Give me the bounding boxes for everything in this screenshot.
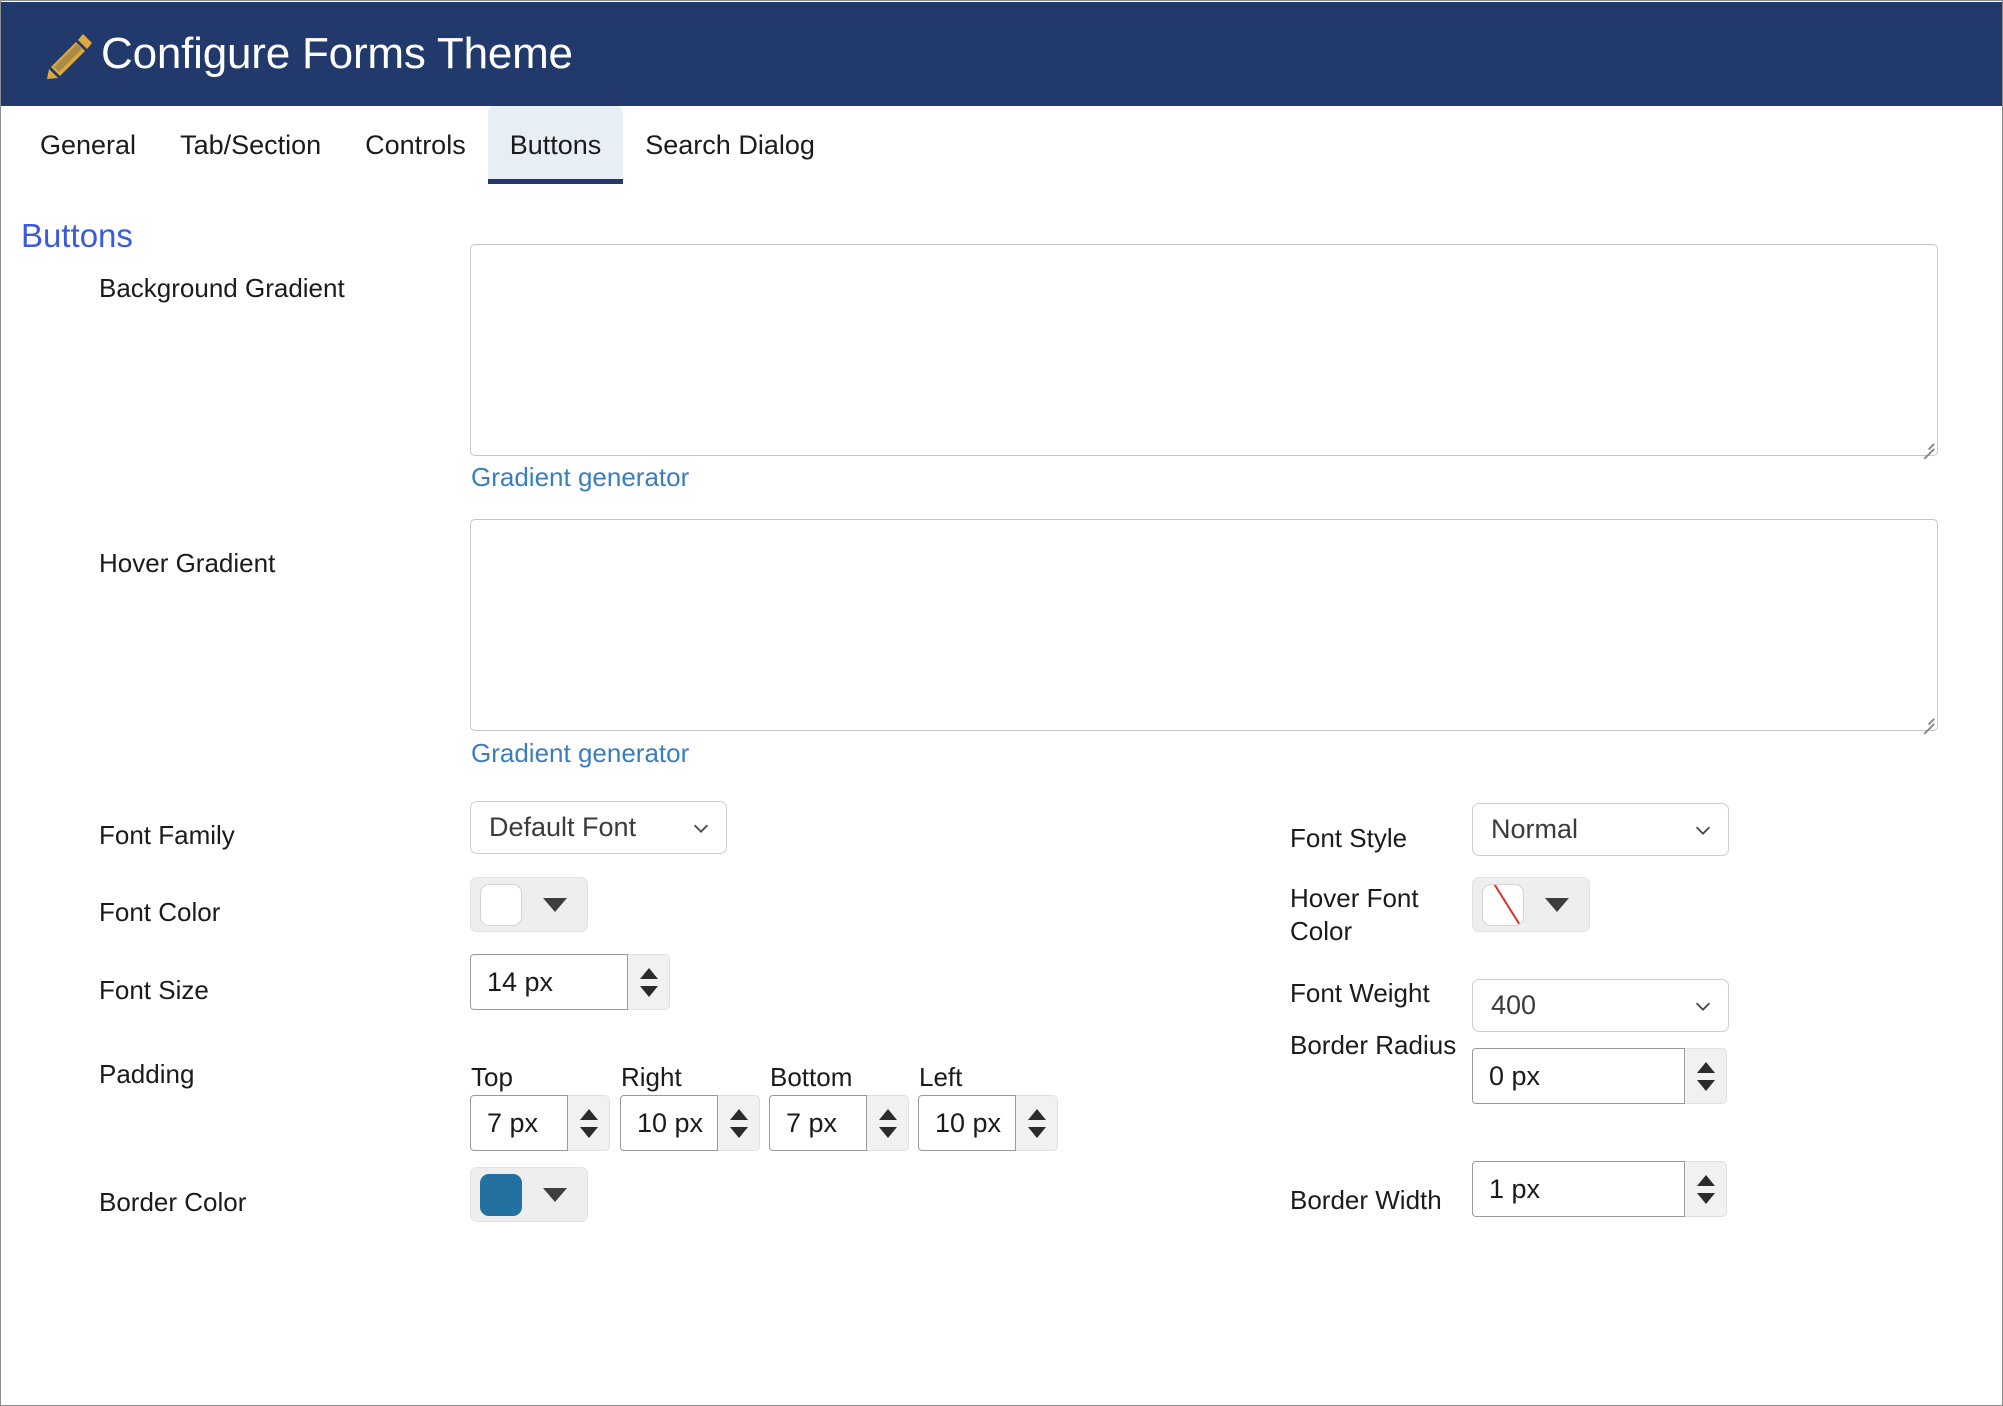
padding-bottom-stepper[interactable] bbox=[867, 1095, 909, 1151]
stepper-down-icon bbox=[1696, 1192, 1715, 1204]
font-style-value: Normal bbox=[1491, 814, 1579, 844]
caret-down-icon bbox=[1545, 897, 1569, 912]
stepper-up-icon bbox=[1027, 1108, 1046, 1120]
resize-grip-icon bbox=[1918, 437, 1935, 459]
padding-top-header: Top bbox=[471, 1062, 513, 1092]
stepper-down-icon bbox=[729, 1126, 748, 1138]
stepper-down-icon bbox=[878, 1126, 897, 1138]
font-style-select[interactable]: Normal bbox=[1472, 803, 1729, 856]
pencil-icon bbox=[47, 34, 92, 79]
tab-tab-section[interactable]: Tab/Section bbox=[158, 106, 343, 184]
stepper-up-icon bbox=[639, 967, 658, 979]
padding-right-spinner[interactable]: 10 px bbox=[620, 1095, 760, 1151]
stepper-up-icon bbox=[1696, 1061, 1715, 1073]
tabstrip: General Tab/Section Controls Buttons Sea… bbox=[2, 106, 2002, 184]
hover-gradient-textarea[interactable] bbox=[470, 519, 1938, 734]
font-color-label: Font Color bbox=[99, 897, 221, 927]
padding-bottom-input[interactable]: 7 px bbox=[769, 1095, 867, 1151]
window-titlebar: Configure Forms Theme bbox=[1, 2, 2002, 106]
border-radius-input[interactable]: 0 px bbox=[1472, 1048, 1685, 1104]
font-weight-select[interactable]: 400 bbox=[1472, 979, 1729, 1032]
stepper-up-icon bbox=[729, 1108, 748, 1120]
stepper-up-icon bbox=[1696, 1174, 1715, 1186]
border-color-label: Border Color bbox=[99, 1187, 247, 1217]
padding-top-spinner[interactable]: 7 px bbox=[470, 1095, 610, 1151]
border-color-swatch bbox=[480, 1173, 522, 1216]
padding-left-header: Left bbox=[919, 1062, 963, 1092]
font-family-select[interactable]: Default Font bbox=[470, 801, 727, 854]
font-weight-value: 400 bbox=[1491, 990, 1537, 1020]
padding-bottom-header: Bottom bbox=[770, 1062, 853, 1092]
caret-down-icon bbox=[543, 1187, 567, 1202]
background-gradient-textarea[interactable] bbox=[470, 244, 1938, 459]
padding-right-input[interactable]: 10 px bbox=[620, 1095, 718, 1151]
padding-top-input[interactable]: 7 px bbox=[470, 1095, 568, 1151]
resize-grip-icon bbox=[1918, 712, 1935, 734]
stepper-down-icon bbox=[639, 985, 658, 997]
font-family-label: Font Family bbox=[99, 820, 235, 850]
no-color-slash-icon bbox=[1490, 884, 1523, 925]
tab-general[interactable]: General bbox=[18, 106, 158, 184]
padding-left-spinner[interactable]: 10 px bbox=[918, 1095, 1058, 1151]
border-width-spinner[interactable]: 1 px bbox=[1472, 1161, 1727, 1217]
font-size-stepper[interactable] bbox=[628, 954, 670, 1010]
hover-font-color-picker[interactable] bbox=[1472, 877, 1590, 932]
font-size-spinner[interactable]: 14 px bbox=[470, 954, 670, 1010]
font-size-input[interactable]: 14 px bbox=[470, 954, 628, 1010]
stepper-down-icon bbox=[1027, 1126, 1046, 1138]
padding-left-input[interactable]: 10 px bbox=[918, 1095, 1016, 1151]
chevron-down-icon bbox=[693, 824, 709, 833]
padding-right-header: Right bbox=[621, 1062, 682, 1092]
tab-search-dialog[interactable]: Search Dialog bbox=[623, 106, 837, 184]
border-width-input[interactable]: 1 px bbox=[1472, 1161, 1685, 1217]
hover-font-color-swatch bbox=[1482, 883, 1524, 926]
font-style-label: Font Style bbox=[1290, 823, 1408, 853]
border-width-label: Border Width bbox=[1290, 1185, 1442, 1215]
border-color-picker[interactable] bbox=[470, 1167, 588, 1222]
tab-buttons[interactable]: Buttons bbox=[487, 106, 624, 184]
padding-left-stepper[interactable] bbox=[1016, 1095, 1058, 1151]
padding-right-stepper[interactable] bbox=[718, 1095, 760, 1151]
border-radius-stepper[interactable] bbox=[1685, 1048, 1727, 1104]
tab-buttons-label: Buttons bbox=[509, 129, 602, 160]
section-heading: Buttons bbox=[21, 217, 133, 254]
tab-controls-label: Controls bbox=[365, 129, 466, 160]
hover-font-color-label: Hover Font Color bbox=[1290, 883, 1419, 947]
page-title: Configure Forms Theme bbox=[101, 29, 573, 78]
stepper-down-icon bbox=[579, 1126, 598, 1138]
caret-down-icon bbox=[543, 897, 567, 912]
stepper-down-icon bbox=[1696, 1079, 1715, 1091]
font-color-swatch bbox=[480, 883, 522, 926]
font-size-label: Font Size bbox=[99, 975, 209, 1005]
padding-bottom-spinner[interactable]: 7 px bbox=[769, 1095, 909, 1151]
padding-top-stepper[interactable] bbox=[568, 1095, 610, 1151]
configure-forms-theme-window: Configure Forms Theme General Tab/Sectio… bbox=[0, 0, 2003, 1406]
tab-controls[interactable]: Controls bbox=[343, 106, 488, 184]
buttons-settings-panel: Buttons Background Gradient Gradient gen… bbox=[2, 184, 2002, 1405]
background-gradient-label: Background Gradient bbox=[99, 273, 345, 303]
font-family-value: Default Font bbox=[489, 812, 637, 842]
chevron-down-icon bbox=[1695, 826, 1711, 835]
stepper-up-icon bbox=[878, 1108, 897, 1120]
border-radius-spinner[interactable]: 0 px bbox=[1472, 1048, 1727, 1104]
font-weight-label: Font Weight bbox=[1290, 978, 1430, 1008]
hover-gradient-label: Hover Gradient bbox=[99, 548, 276, 578]
stepper-up-icon bbox=[579, 1108, 598, 1120]
border-width-stepper[interactable] bbox=[1685, 1161, 1727, 1217]
font-color-picker[interactable] bbox=[470, 877, 588, 932]
border-radius-label: Border Radius bbox=[1290, 1030, 1457, 1060]
padding-label: Padding bbox=[99, 1059, 195, 1089]
hover-gradient-generator-link[interactable]: Gradient generator bbox=[471, 738, 689, 769]
tab-tab-section-label: Tab/Section bbox=[180, 129, 322, 160]
tab-search-dialog-label: Search Dialog bbox=[645, 129, 815, 160]
tab-general-label: General bbox=[40, 129, 137, 160]
background-gradient-generator-link[interactable]: Gradient generator bbox=[471, 462, 689, 493]
chevron-down-icon bbox=[1695, 1002, 1711, 1011]
